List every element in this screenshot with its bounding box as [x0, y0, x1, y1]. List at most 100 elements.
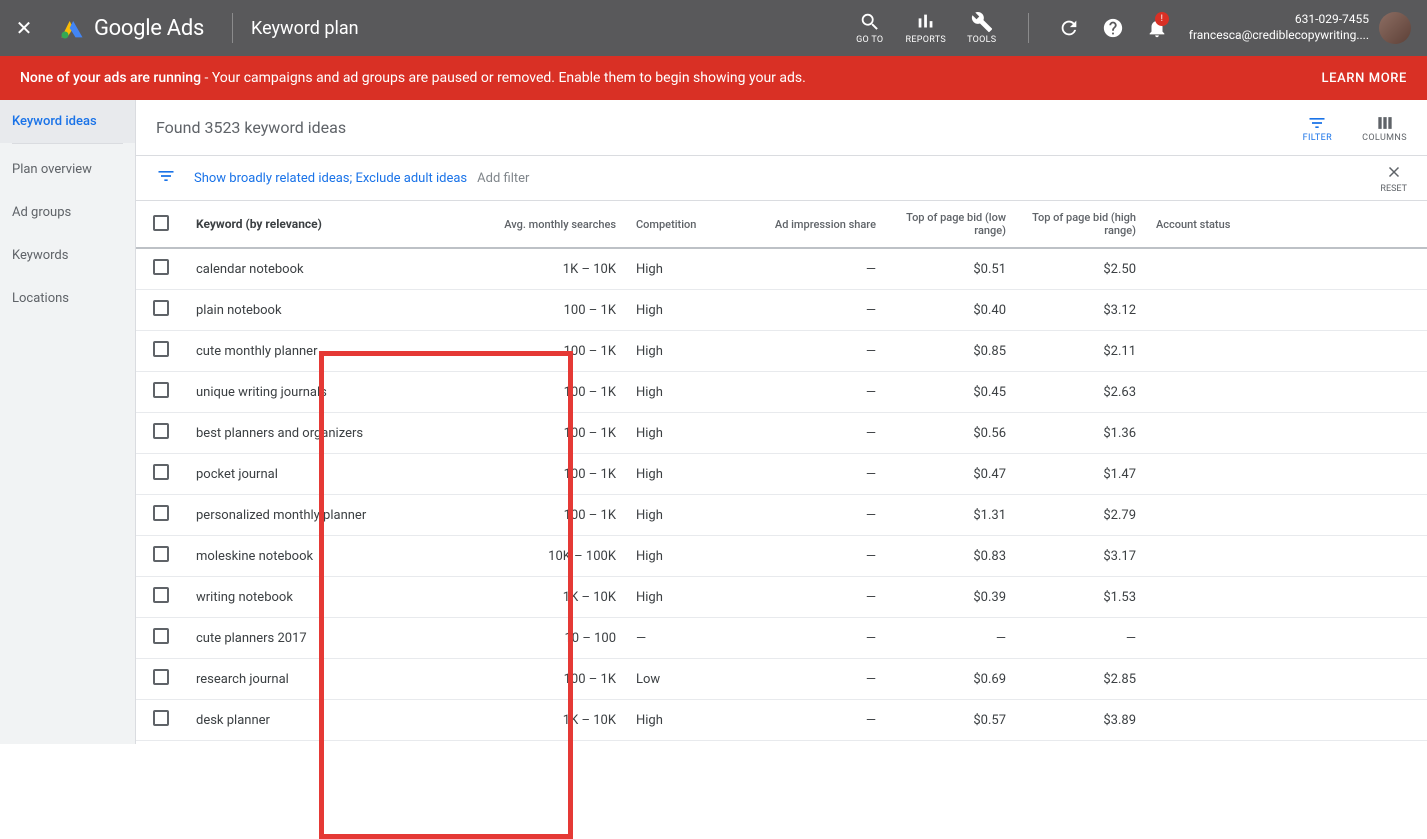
- table-row[interactable]: plain notebook100 – 1KHigh—$0.40$3.12: [136, 290, 1427, 331]
- sidebar-item-ad-groups[interactable]: Ad groups: [0, 191, 135, 234]
- col-impression[interactable]: Ad impression share: [756, 210, 886, 239]
- cell-competition: High: [626, 549, 756, 564]
- cell-searches: 100 – 1K: [446, 426, 626, 441]
- wrench-icon: [971, 11, 993, 33]
- cell-bid-low: $0.83: [886, 549, 1016, 564]
- columns-toggle[interactable]: COLUMNS: [1362, 113, 1407, 143]
- cell-searches: 100 – 1K: [446, 508, 626, 523]
- add-filter[interactable]: Add filter: [477, 171, 529, 186]
- cell-bid-high: $2.63: [1016, 385, 1146, 400]
- row-checkbox[interactable]: [153, 669, 169, 685]
- separator: [12, 143, 123, 144]
- cell-bid-high: $1.47: [1016, 467, 1146, 482]
- row-checkbox[interactable]: [153, 300, 169, 316]
- table-row[interactable]: cute monthly planner100 – 1KHigh—$0.85$2…: [136, 331, 1427, 372]
- table-row[interactable]: writing notebook1K – 10KHigh—$0.39$1.53: [136, 577, 1427, 618]
- cell-bid-low: $0.57: [886, 713, 1016, 728]
- close-icon: [1385, 163, 1403, 181]
- cell-competition: High: [626, 385, 756, 400]
- cell-searches: 1K – 10K: [446, 713, 626, 728]
- row-checkbox[interactable]: [153, 710, 169, 726]
- cell-bid-high: $2.11: [1016, 344, 1146, 359]
- cell-keyword: best planners and organizers: [186, 426, 446, 441]
- row-checkbox[interactable]: [153, 259, 169, 275]
- cell-keyword: plain notebook: [186, 303, 446, 318]
- sidebar-item-locations[interactable]: Locations: [0, 277, 135, 320]
- cell-bid-low: $0.56: [886, 426, 1016, 441]
- col-competition[interactable]: Competition: [626, 210, 756, 239]
- account-phone: 631-029-7455: [1189, 12, 1369, 28]
- row-checkbox[interactable]: [153, 587, 169, 603]
- page-title: Keyword plan: [251, 18, 359, 39]
- help-button[interactable]: [1091, 0, 1135, 56]
- search-icon: [859, 11, 881, 33]
- google-ads-logo[interactable]: Google Ads: [48, 14, 214, 42]
- row-checkbox[interactable]: [153, 464, 169, 480]
- row-checkbox[interactable]: [153, 628, 169, 644]
- cell-competition: High: [626, 508, 756, 523]
- cell-keyword: research journal: [186, 672, 446, 687]
- cell-searches: 1K – 10K: [446, 262, 626, 277]
- row-checkbox[interactable]: [153, 546, 169, 562]
- table-row[interactable]: research journal100 – 1KLow—$0.69$2.85: [136, 659, 1427, 700]
- table-row[interactable]: desk planner1K – 10KHigh—$0.57$3.89: [136, 700, 1427, 741]
- cell-competition: High: [626, 303, 756, 318]
- select-all-checkbox[interactable]: [153, 215, 169, 231]
- top-bar: ✕ Google Ads Keyword plan GO TO REPORTS …: [0, 0, 1427, 56]
- cell-bid-high: $2.50: [1016, 262, 1146, 277]
- table-row[interactable]: unique writing journals100 – 1KHigh—$0.4…: [136, 372, 1427, 413]
- cell-bid-high: $2.79: [1016, 508, 1146, 523]
- account-info[interactable]: 631-029-7455 francesca@crediblecopywriti…: [1179, 12, 1379, 43]
- filter-chips-link[interactable]: Show broadly related ideas; Exclude adul…: [194, 171, 467, 186]
- close-icon[interactable]: ✕: [0, 16, 48, 40]
- cell-bid-low: —: [886, 631, 1016, 646]
- cell-impression: —: [756, 344, 886, 359]
- row-checkbox[interactable]: [153, 341, 169, 357]
- table-row[interactable]: personalized monthly planner100 – 1KHigh…: [136, 495, 1427, 536]
- refresh-button[interactable]: [1047, 0, 1091, 56]
- cell-bid-high: $1.36: [1016, 426, 1146, 441]
- col-bid-low[interactable]: Top of page bid (low range): [886, 203, 1016, 245]
- col-keyword[interactable]: Keyword (by relevance): [186, 209, 446, 239]
- cell-impression: —: [756, 426, 886, 441]
- sidebar-item-plan-overview[interactable]: Plan overview: [0, 148, 135, 191]
- goto-button[interactable]: GO TO: [842, 0, 898, 56]
- cell-bid-low: $0.47: [886, 467, 1016, 482]
- cell-keyword: calendar notebook: [186, 262, 446, 277]
- cell-bid-low: $0.40: [886, 303, 1016, 318]
- funnel-icon[interactable]: [156, 166, 176, 190]
- cell-keyword: pocket journal: [186, 467, 446, 482]
- results-header: Found 3523 keyword ideas FILTER COLUMNS: [136, 100, 1427, 156]
- col-bid-high[interactable]: Top of page bid (high range): [1016, 203, 1146, 245]
- reports-button[interactable]: REPORTS: [898, 0, 954, 56]
- row-checkbox[interactable]: [153, 382, 169, 398]
- reset-button[interactable]: RESET: [1380, 163, 1407, 194]
- cell-impression: —: [756, 385, 886, 400]
- cell-bid-high: $3.89: [1016, 713, 1146, 728]
- learn-more-link[interactable]: LEARN MORE: [1322, 71, 1407, 86]
- row-checkbox[interactable]: [153, 505, 169, 521]
- notifications-button[interactable]: !: [1135, 0, 1179, 56]
- alert-badge: !: [1155, 12, 1169, 26]
- filter-icon: [1307, 113, 1327, 133]
- alert-bold: None of your ads are running: [20, 70, 201, 86]
- col-searches[interactable]: Avg. monthly searches: [446, 210, 626, 239]
- sidebar: Keyword ideas Plan overviewAd groupsKeywo…: [0, 100, 136, 744]
- row-checkbox[interactable]: [153, 423, 169, 439]
- filter-toggle[interactable]: FILTER: [1303, 113, 1333, 143]
- table-row[interactable]: pocket journal100 – 1KHigh—$0.47$1.47: [136, 454, 1427, 495]
- cell-keyword: cute planners 2017: [186, 631, 446, 646]
- avatar[interactable]: [1379, 12, 1411, 44]
- cell-searches: 1K – 10K: [446, 590, 626, 605]
- table-row[interactable]: best planners and organizers100 – 1KHigh…: [136, 413, 1427, 454]
- tools-button[interactable]: TOOLS: [954, 0, 1010, 56]
- table-row[interactable]: cute planners 201710 – 100————: [136, 618, 1427, 659]
- table-row[interactable]: moleskine notebook10K – 100KHigh—$0.83$3…: [136, 536, 1427, 577]
- sidebar-item-keyword-ideas[interactable]: Keyword ideas: [0, 100, 135, 143]
- table-row[interactable]: calendar notebook1K – 10KHigh—$0.51$2.50: [136, 249, 1427, 290]
- columns-icon: [1375, 113, 1395, 133]
- sidebar-item-keywords[interactable]: Keywords: [0, 234, 135, 277]
- cell-searches: 100 – 1K: [446, 467, 626, 482]
- col-status[interactable]: Account status: [1146, 210, 1346, 239]
- logo-text: Google Ads: [94, 16, 204, 41]
